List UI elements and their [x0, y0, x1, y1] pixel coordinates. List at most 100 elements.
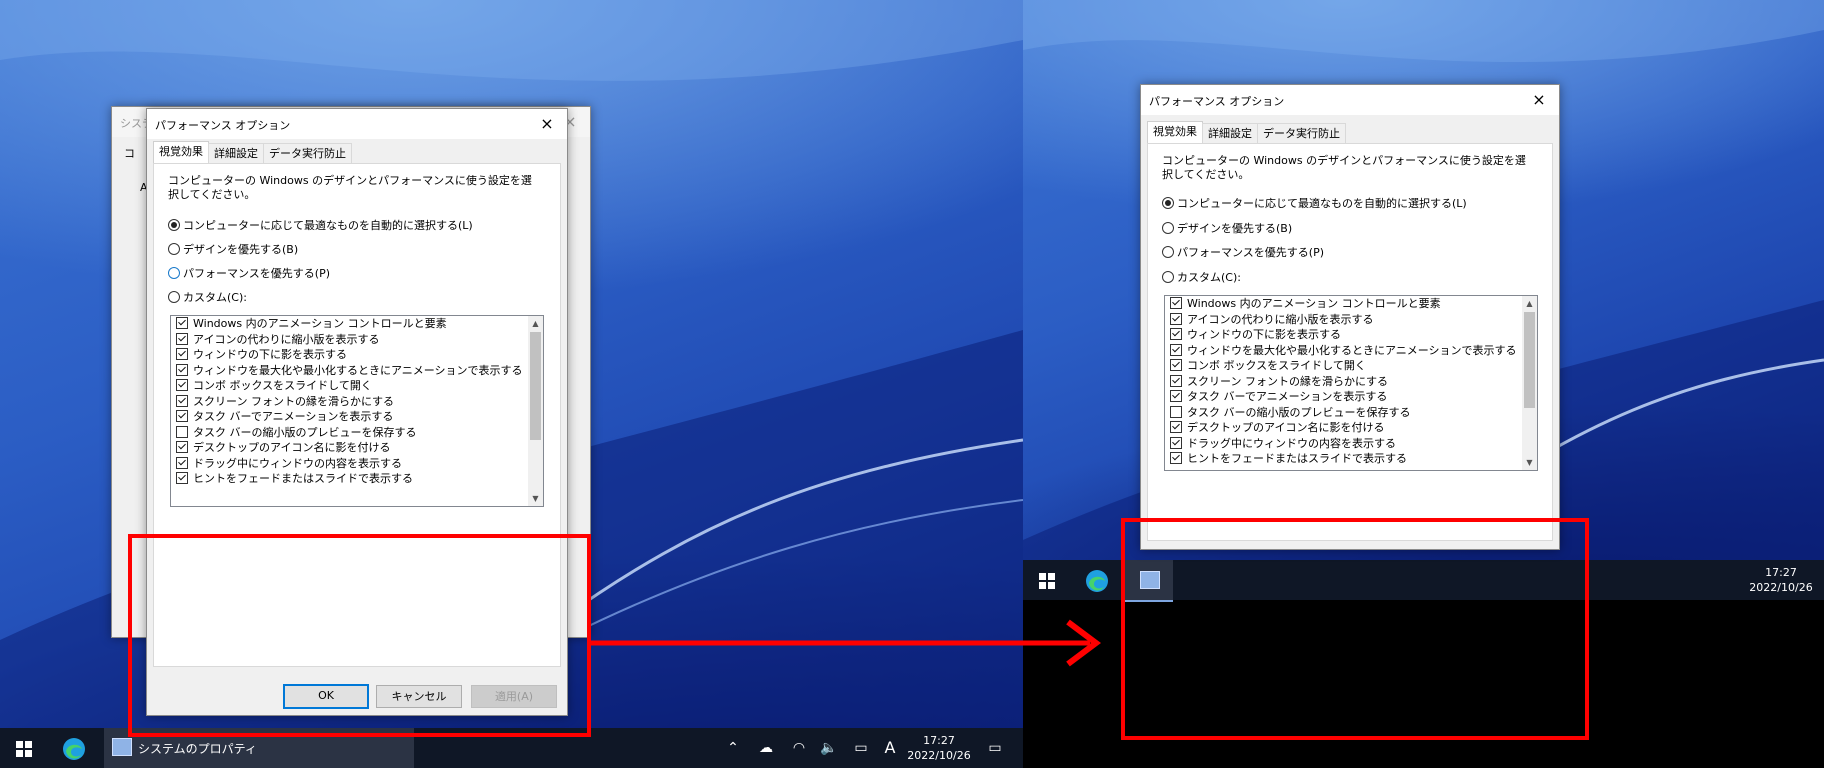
checkbox — [176, 317, 188, 329]
effect-checkbox-item[interactable]: ヒントをフェードまたはスライドで表示する — [171, 471, 543, 487]
radio-auto-right[interactable]: コンピューターに応じて最適なものを自動的に選択する(L) — [1162, 196, 1467, 212]
effect-checkbox-item[interactable]: ウィンドウを最大化や最小化するときにアニメーションで表示する — [1165, 343, 1537, 359]
scroll-thumb-right[interactable] — [1524, 312, 1535, 408]
effect-checkbox-label: ドラッグ中にウィンドウの内容を表示する — [1187, 436, 1396, 450]
close-icon-right[interactable]: × — [1519, 85, 1559, 115]
annotation-highlight-box-right — [1121, 518, 1589, 740]
effect-checkbox-label: コンボ ボックスをスライドして開く — [1187, 359, 1366, 372]
onedrive-cloud-icon[interactable]: ☁ — [753, 728, 779, 768]
checkbox — [1170, 405, 1182, 418]
effect-checkbox-item[interactable]: タスク バーの縮小版のプレビューを保存する — [171, 425, 543, 441]
tab-advanced-right[interactable]: 詳細設定 — [1202, 123, 1258, 143]
scrollbar[interactable]: ▲ ▼ — [528, 316, 543, 506]
scroll-up-icon-right[interactable]: ▲ — [1522, 296, 1537, 311]
effect-checkbox-label: スクリーン フォントの縁を滑らかにする — [193, 394, 395, 408]
radio-performance[interactable]: パフォーマンスを優先する(P) — [168, 266, 330, 282]
radio-auto-dot-right — [1162, 197, 1174, 209]
radio-custom[interactable]: カスタム(C): — [168, 290, 247, 306]
edge-taskbar-button-right[interactable] — [1075, 560, 1119, 600]
clock-time-right: 17:27 — [1765, 566, 1797, 579]
tab-dep-right[interactable]: データ実行防止 — [1257, 123, 1346, 143]
network-icon[interactable]: ◠ — [786, 728, 812, 768]
effect-checkbox-item[interactable]: Windows 内のアニメーション コントロールと要素 — [1165, 296, 1537, 312]
effect-checkbox-item[interactable]: アイコンの代わりに縮小版を表示する — [1165, 312, 1537, 328]
effect-checkbox-label: コンボ ボックスをスライドして開く — [193, 379, 372, 392]
close-icon[interactable]: × — [527, 109, 567, 139]
tab-visual-effects-right[interactable]: 視覚効果 — [1147, 121, 1203, 143]
radio-performance-dot-right — [1162, 246, 1174, 258]
description-text: コンピューターの Windows のデザインとパフォーマンスに使う設定を選択して… — [168, 174, 532, 201]
notification-icon[interactable]: ▭ — [982, 728, 1008, 768]
checkbox — [176, 425, 188, 438]
radio-performance-label-right: パフォーマンスを優先する(P) — [1177, 246, 1324, 259]
right-screenshot: 17:27 2022/10/26 パフォーマンス オプション × 視覚効果 詳細設… — [1023, 0, 1824, 768]
scroll-down-icon-right[interactable]: ▼ — [1522, 455, 1537, 470]
scroll-down-icon[interactable]: ▼ — [528, 491, 543, 506]
description-text-right: コンピューターの Windows のデザインとパフォーマンスに使う設定を選択して… — [1162, 154, 1526, 181]
checkbox — [1170, 421, 1182, 433]
effect-checkbox-item[interactable]: コンボ ボックスをスライドして開く — [1165, 358, 1537, 374]
battery-icon[interactable]: ▭ — [848, 728, 874, 768]
dialog-titlebar: パフォーマンス オプション × — [147, 109, 567, 139]
start-button[interactable] — [2, 728, 46, 768]
radio-auto-label-right: コンピューターに応じて最適なものを自動的に選択する(L) — [1177, 197, 1467, 210]
effect-checkbox-item[interactable]: スクリーン フォントの縁を滑らかにする — [171, 394, 543, 410]
effect-checkbox-item[interactable]: デスクトップのアイコン名に影を付ける — [171, 440, 543, 456]
tab-strip-right: 視覚効果 詳細設定 データ実行防止 — [1147, 121, 1346, 143]
scrollbar-right[interactable]: ▲ ▼ — [1522, 296, 1537, 470]
effect-checkbox-item[interactable]: ウィンドウの下に影を表示する — [1165, 327, 1537, 343]
tab-dep[interactable]: データ実行防止 — [263, 143, 352, 163]
radio-custom-right[interactable]: カスタム(C): — [1162, 270, 1241, 286]
effect-checkbox-label: ヒントをフェードまたはスライドで表示する — [193, 472, 413, 485]
effect-checkbox-item[interactable]: スクリーン フォントの縁を滑らかにする — [1165, 374, 1537, 390]
effect-checkbox-item[interactable]: Windows 内のアニメーション コントロールと要素 — [171, 316, 543, 332]
tab-advanced[interactable]: 詳細設定 — [208, 143, 264, 163]
effect-checkbox-item[interactable]: ヒントをフェードまたはスライドで表示する — [1165, 451, 1537, 467]
edge-taskbar-button[interactable] — [52, 728, 96, 768]
effect-checkbox-label: タスク バーでアニメーションを表示する — [193, 410, 394, 423]
checkbox — [1170, 359, 1182, 371]
checkbox — [1170, 390, 1182, 402]
tab-strip: 視覚効果 詳細設定 データ実行防止 — [153, 141, 352, 163]
scroll-up-icon[interactable]: ▲ — [528, 316, 543, 331]
checkbox — [1170, 452, 1182, 464]
effect-checkbox-label: ウィンドウを最大化や最小化するときにアニメーションで表示する — [193, 363, 523, 377]
ime-indicator[interactable]: A — [877, 728, 903, 768]
tray-chevron-up-icon[interactable]: ⌃ — [720, 728, 746, 768]
effect-checkbox-label: ヒントをフェードまたはスライドで表示する — [1187, 452, 1407, 465]
edge-icon — [63, 737, 85, 760]
taskbar-clock[interactable]: 17:27 2022/10/26 — [903, 733, 975, 763]
effect-checkbox-item[interactable]: コンボ ボックスをスライドして開く — [171, 378, 543, 394]
effect-checkbox-item[interactable]: ウィンドウの下に影を表示する — [171, 347, 543, 363]
scroll-thumb[interactable] — [530, 332, 541, 440]
effect-checkbox-label: タスク バーでアニメーションを表示する — [1187, 390, 1388, 403]
effects-list: Windows 内のアニメーション コントロールと要素 アイコンの代わりに縮小版を… — [170, 315, 544, 507]
radio-auto-label: コンピューターに応じて最適なものを自動的に選択する(L) — [183, 219, 473, 232]
radio-performance-label: パフォーマンスを優先する(P) — [183, 267, 330, 280]
checkbox — [1170, 328, 1182, 340]
clock-date: 2022/10/26 — [907, 749, 971, 762]
effect-checkbox-item[interactable]: タスク バーでアニメーションを表示する — [1165, 389, 1537, 405]
radio-performance-right[interactable]: パフォーマンスを優先する(P) — [1162, 245, 1324, 261]
effect-checkbox-item[interactable]: タスク バーの縮小版のプレビューを保存する — [1165, 405, 1537, 421]
effect-checkbox-item[interactable]: デスクトップのアイコン名に影を付ける — [1165, 420, 1537, 436]
effect-checkbox-item[interactable]: ドラッグ中にウィンドウの内容を表示する — [1165, 436, 1537, 452]
radio-auto[interactable]: コンピューターに応じて最適なものを自動的に選択する(L) — [168, 218, 473, 234]
tab-visual-effects[interactable]: 視覚効果 — [153, 141, 209, 163]
effect-checkbox-item[interactable]: アイコンの代わりに縮小版を表示する — [171, 332, 543, 348]
effect-checkbox-label: ウィンドウの下に影を表示する — [1187, 328, 1341, 341]
taskbar-clock-right[interactable]: 17:27 2022/10/26 — [1743, 565, 1819, 595]
windows-logo-icon-right — [1039, 572, 1055, 589]
system-properties-tab[interactable]: コ — [124, 145, 135, 161]
effect-checkbox-item[interactable]: ドラッグ中にウィンドウの内容を表示する — [171, 456, 543, 472]
radio-custom-label: カスタム(C): — [183, 291, 247, 304]
taskbar-app-label: システムのプロパティ — [138, 742, 257, 756]
effect-checkbox-item[interactable]: ウィンドウを最大化や最小化するときにアニメーションで表示する — [171, 363, 543, 379]
start-button-right[interactable] — [1025, 560, 1069, 600]
effect-checkbox-item[interactable]: タスク バーでアニメーションを表示する — [171, 409, 543, 425]
radio-performance-dot — [168, 267, 180, 279]
radio-appearance-right[interactable]: デザインを優先する(B) — [1162, 221, 1292, 237]
radio-appearance[interactable]: デザインを優先する(B) — [168, 242, 298, 258]
radio-appearance-label: デザインを優先する(B) — [183, 243, 299, 256]
volume-icon[interactable]: 🔈 — [816, 728, 842, 768]
